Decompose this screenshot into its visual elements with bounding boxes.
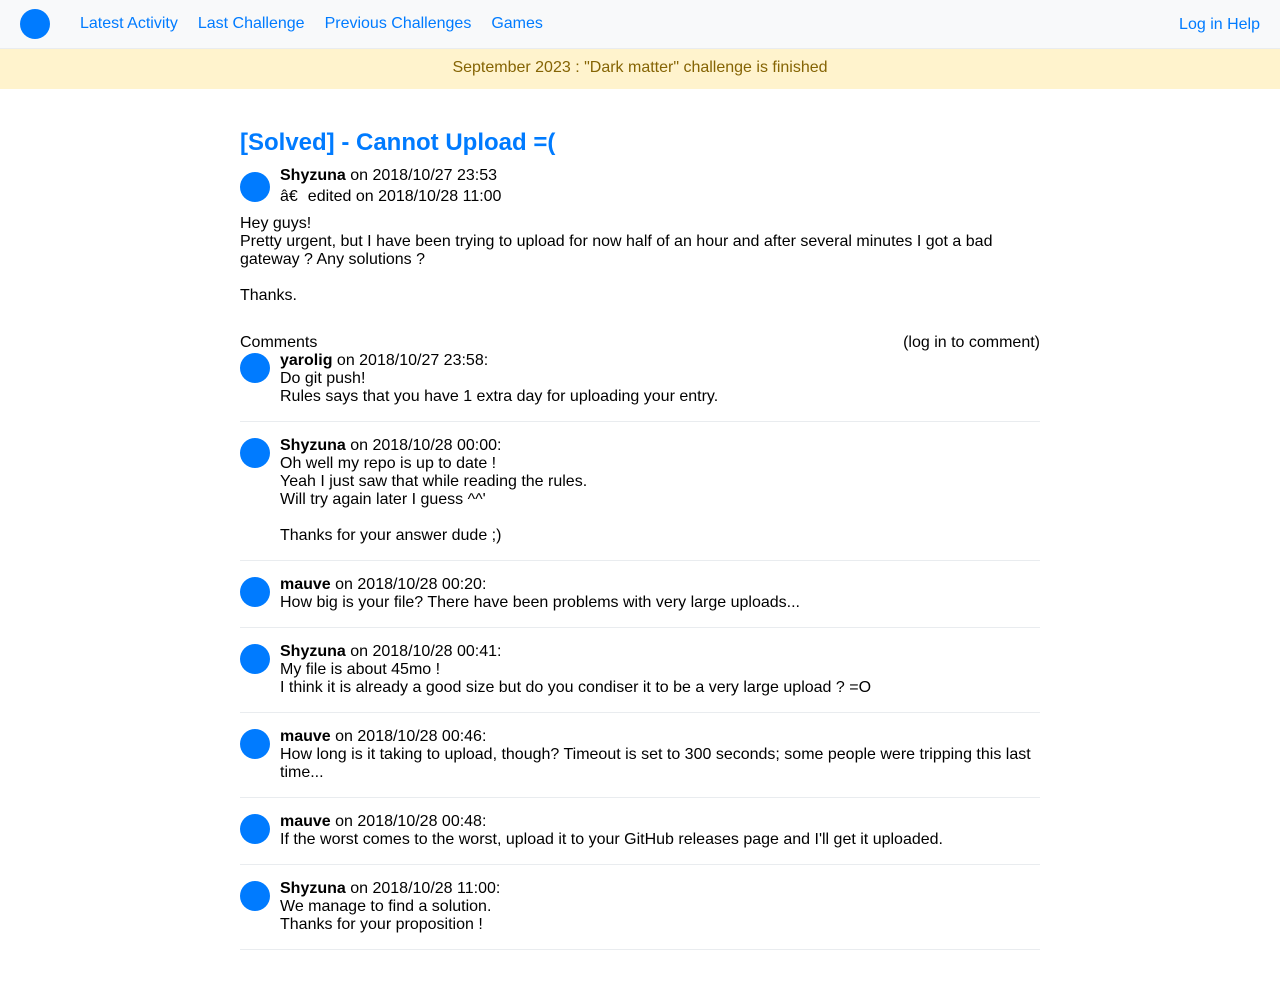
comment-content: mauve on 2018/10/28 00:20: How big is you…: [280, 576, 1040, 612]
comment-line: How long is it taking to upload, though?…: [280, 746, 1031, 781]
comment-content: Shyzuna on 2018/10/28 11:00: We manage to…: [280, 880, 1040, 934]
comment-author: yarolig: [280, 352, 333, 369]
comment-list: yarolig on 2018/10/27 23:58: Do git push!…: [240, 352, 1040, 950]
comment-line: I think it is already a good size but do…: [280, 679, 872, 696]
comment-line: My file is about 45mo !: [280, 661, 441, 678]
comment-line: Yeah I just saw that while reading the r…: [280, 473, 588, 490]
comment-content: yarolig on 2018/10/27 23:58: Do git push!…: [280, 352, 1040, 406]
comments-label: Comments: [240, 334, 318, 351]
comment-item: mauve on 2018/10/28 00:20: How big is you…: [240, 576, 1040, 628]
announcement-banner: September 2023 : "Dark matter" challenge…: [0, 49, 1280, 89]
nav-right-group: Log in Help: [1179, 0, 1260, 49]
avatar: [240, 814, 270, 844]
post-paragraph: Thanks.: [240, 287, 1040, 305]
comment-author: mauve: [280, 813, 331, 830]
comment-author: Shyzuna: [280, 437, 346, 454]
banner-text: September 2023 : "Dark matter" challenge…: [452, 59, 828, 76]
comment-date: on 2018/10/28 00:48:: [330, 813, 487, 830]
comment-paragraph: How big is your file? There have been pr…: [280, 594, 1040, 612]
edited-mark: â€: [280, 188, 298, 205]
comment-item: Shyzuna on 2018/10/28 11:00: We manage to…: [240, 880, 1040, 950]
avatar: [240, 438, 270, 468]
comment-item: Shyzuna on 2018/10/28 00:41: My file is a…: [240, 643, 1040, 713]
comment-date: on 2018/10/28 00:20:: [330, 576, 487, 593]
avatar: [240, 172, 270, 202]
main-content: [Solved] - Cannot Upload =( Shyzuna on 2…: [240, 89, 1040, 950]
site-logo[interactable]: [20, 9, 50, 39]
comment-line: Do git push!: [280, 370, 366, 387]
comment-paragraph: If the worst comes to the worst, upload …: [280, 831, 1040, 849]
post-paragraph: Hey guys! Pretty urgent, but I have been …: [240, 215, 1040, 269]
post-meta: Shyzuna on 2018/10/27 23:53 â€ edited on …: [240, 165, 1040, 207]
comment-author: Shyzuna: [280, 643, 346, 660]
comment-paragraph: Oh well my repo is up to date ! Yeah I ju…: [280, 455, 1040, 509]
comment-content: mauve on 2018/10/28 00:46: How long is it…: [280, 728, 1040, 782]
post-date: on 2018/10/27 23:53: [345, 167, 498, 184]
top-navbar: Latest Activity Last Challenge Previous …: [0, 0, 1280, 49]
avatar: [240, 881, 270, 911]
post-line: Thanks.: [240, 287, 297, 304]
post-body: Hey guys! Pretty urgent, but I have been …: [240, 215, 1040, 305]
post-author: Shyzuna: [280, 167, 346, 184]
help-link[interactable]: Help: [1227, 16, 1260, 34]
post-line: Pretty urgent, but I have been trying to…: [240, 233, 993, 268]
comment-line: Will try again later I guess ^^': [280, 491, 486, 508]
comment-line: Thanks for your answer dude ;): [280, 527, 502, 544]
comment-author: Shyzuna: [280, 880, 346, 897]
comment-item: Shyzuna on 2018/10/28 00:00: Oh well my r…: [240, 437, 1040, 561]
comment-line: How big is your file? There have been pr…: [280, 594, 800, 611]
avatar: [240, 729, 270, 759]
comment-content: mauve on 2018/10/28 00:48: If the worst c…: [280, 813, 1040, 849]
comment-paragraph: Do git push! Rules says that you have 1 e…: [280, 370, 1040, 406]
comment-item: mauve on 2018/10/28 00:48: If the worst c…: [240, 813, 1040, 865]
comment-item: mauve on 2018/10/28 00:46: How long is it…: [240, 728, 1040, 798]
comment-author: mauve: [280, 576, 331, 593]
comment-paragraph: We manage to find a solution. Thanks for …: [280, 898, 1040, 934]
comment-date: on 2018/10/28 00:41:: [345, 643, 502, 660]
avatar: [240, 577, 270, 607]
comment-line: Rules says that you have 1 extra day for…: [280, 388, 719, 405]
comment-content: Shyzuna on 2018/10/28 00:41: My file is a…: [280, 643, 1040, 697]
login-to-comment: (log in to comment): [903, 334, 1040, 351]
comment-line: Oh well my repo is up to date !: [280, 455, 497, 472]
post-edited: edited on 2018/10/28 11:00: [307, 188, 502, 205]
post-line: Hey guys!: [240, 215, 312, 232]
comment-date: on 2018/10/28 00:00:: [345, 437, 502, 454]
comment-content: Shyzuna on 2018/10/28 00:00: Oh well my r…: [280, 437, 1040, 545]
comment-paragraph: My file is about 45mo ! I think it is alr…: [280, 661, 1040, 697]
avatar: [240, 353, 270, 383]
comment-line: Thanks for your proposition !: [280, 916, 483, 933]
comment-date: on 2018/10/28 11:00:: [345, 880, 501, 897]
nav-games[interactable]: Games: [491, 15, 543, 33]
comment-date: on 2018/10/27 23:58:: [332, 352, 489, 369]
post-title: [Solved] - Cannot Upload =(: [240, 129, 556, 156]
nav-previous-challenges[interactable]: Previous Challenges: [325, 15, 472, 33]
avatar: [240, 644, 270, 674]
login-link[interactable]: Log in: [1179, 16, 1223, 34]
comment-date: on 2018/10/28 00:46:: [330, 728, 487, 745]
comment-item: yarolig on 2018/10/27 23:58: Do git push!…: [240, 352, 1040, 422]
comments-header: Comments (log in to comment): [240, 334, 1040, 352]
comment-paragraph: How long is it taking to upload, though?…: [280, 746, 1040, 782]
comment-author: mauve: [280, 728, 331, 745]
nav-last-challenge[interactable]: Last Challenge: [198, 15, 305, 33]
comment-line: If the worst comes to the worst, upload …: [280, 831, 943, 848]
comment-line: We manage to find a solution.: [280, 898, 492, 915]
nav-latest-activity[interactable]: Latest Activity: [80, 15, 178, 33]
comment-paragraph: Thanks for your answer dude ;): [280, 527, 1040, 545]
